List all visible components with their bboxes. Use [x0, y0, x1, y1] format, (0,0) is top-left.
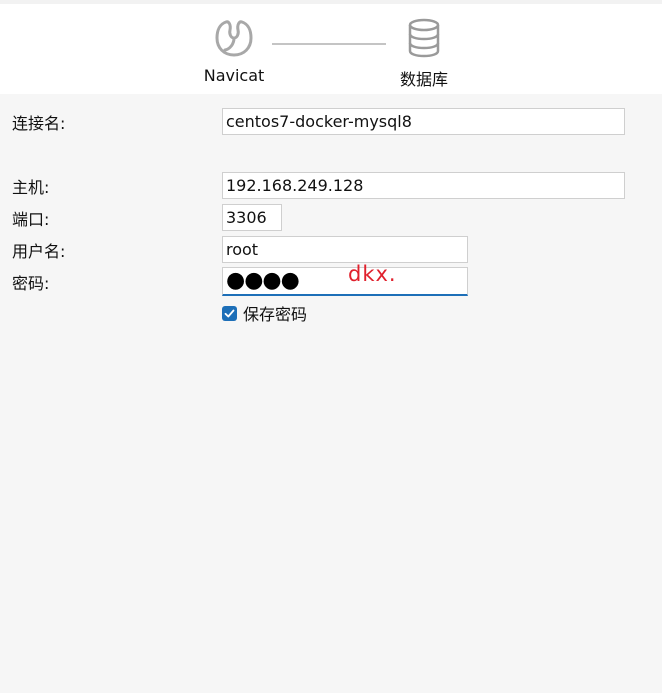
username-label: 用户名:: [12, 242, 66, 261]
database-icon: [408, 18, 440, 58]
step-navicat: Navicat: [196, 16, 272, 85]
username-input[interactable]: [222, 236, 468, 263]
navicat-logo-icon: [215, 20, 253, 57]
step-database-label: 数据库: [399, 70, 448, 89]
port-input[interactable]: [222, 204, 282, 231]
step-navicat-label: Navicat: [203, 66, 265, 85]
header-top-strip: [0, 0, 662, 4]
save-password-checkbox[interactable]: [222, 305, 237, 321]
password-annotation: dkx.: [348, 262, 397, 286]
password-masked-value: ●●●●: [226, 268, 300, 293]
connection-name-input[interactable]: [222, 108, 625, 135]
password-label: 密码:: [12, 274, 50, 293]
save-password-checkbox-row[interactable]: 保存密码: [222, 302, 307, 324]
save-password-label: 保存密码: [243, 305, 308, 324]
step-connector: [272, 43, 386, 45]
checkmark-icon: [224, 309, 235, 317]
connection-name-label: 连接名:: [12, 114, 66, 133]
step-database: 数据库: [388, 16, 460, 90]
port-label: 端口:: [12, 210, 50, 229]
wizard-header: Navicat 数据库: [0, 0, 662, 94]
host-input[interactable]: [222, 172, 625, 199]
host-label: 主机:: [12, 178, 50, 197]
password-input[interactable]: ●●●●: [222, 267, 468, 296]
